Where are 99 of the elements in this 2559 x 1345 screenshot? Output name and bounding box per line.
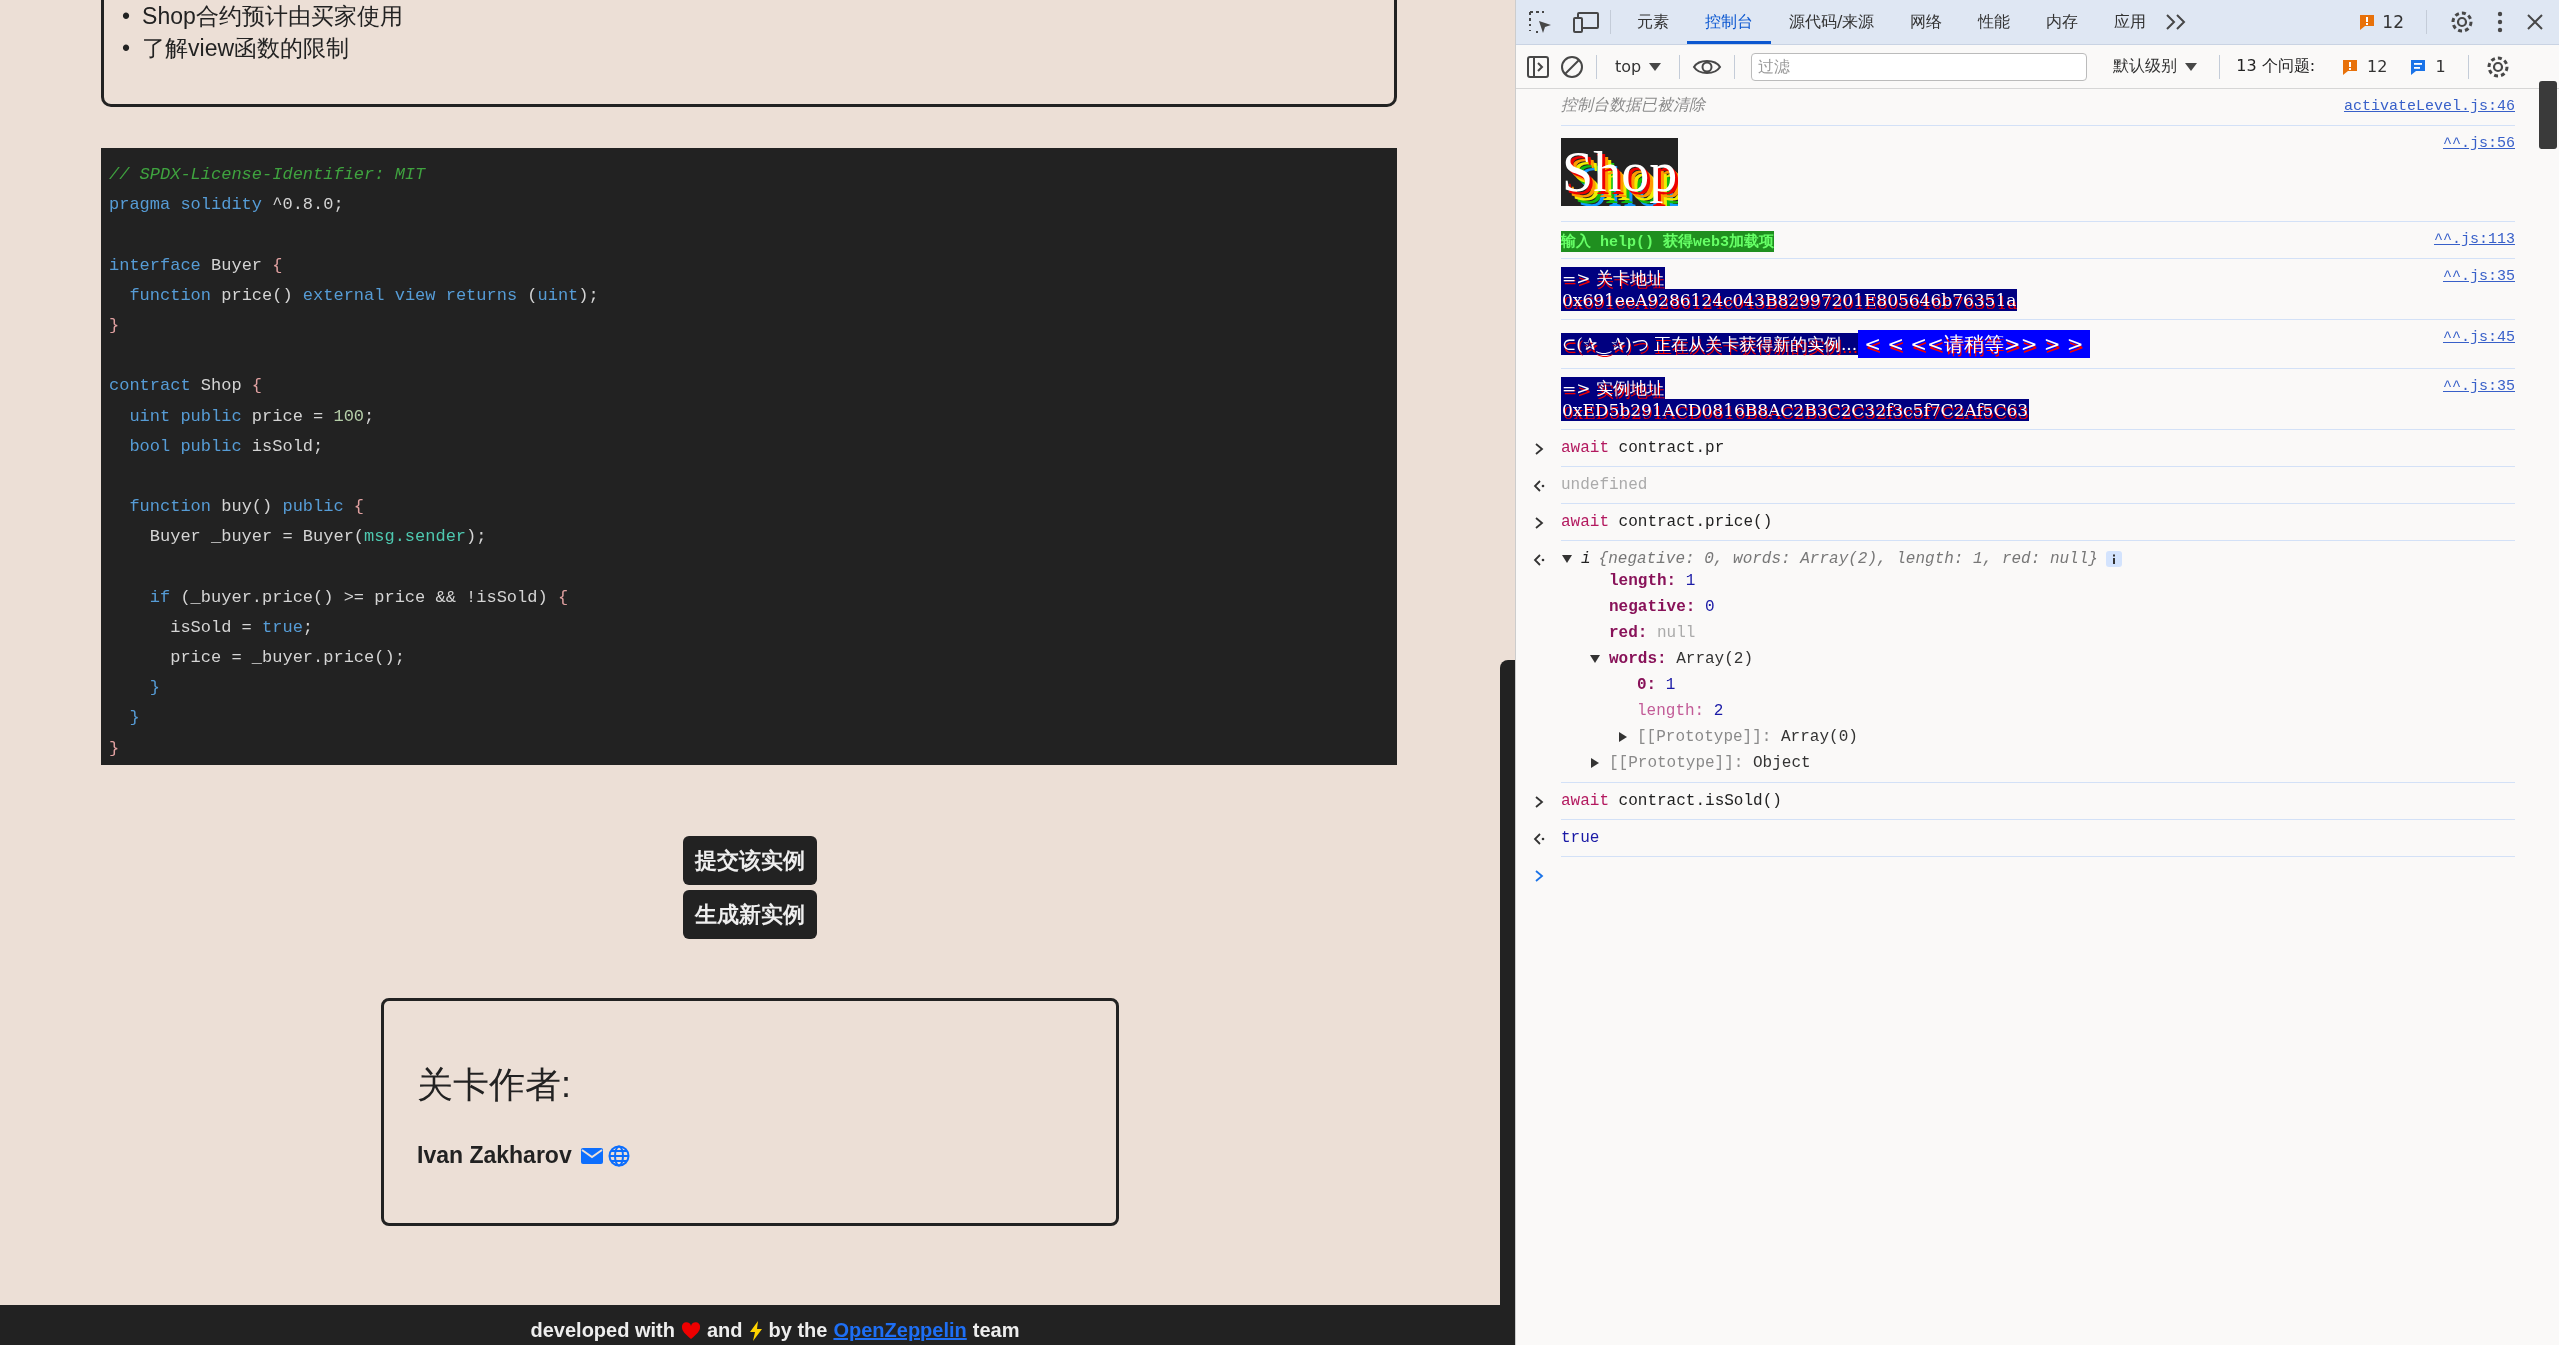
scrollbar-thumb[interactable] — [1500, 660, 1515, 1345]
clear-icon[interactable] — [1560, 54, 1584, 79]
action-button[interactable]: 提交该实例 — [683, 836, 817, 885]
address-label: => 关卡地址 — [1561, 267, 1665, 289]
result-arrow-icon — [1532, 479, 1545, 493]
log-level-dropdown[interactable]: 默认级别 — [2107, 56, 2204, 77]
list-bullet: • — [122, 34, 131, 63]
hint-message: 输入 help() 获得web3加载项 — [1561, 231, 1775, 252]
issues-button[interactable]: 12 — [2358, 12, 2404, 32]
warning-icon — [2341, 57, 2360, 76]
object-property[interactable]: [[Prototype]]: Array(0) — [1637, 728, 1858, 746]
expanded-arrow-icon[interactable] — [1561, 553, 1573, 565]
tab[interactable]: 控制台 — [1687, 0, 1771, 44]
context-dropdown[interactable]: top — [1609, 57, 1668, 76]
tab[interactable]: 应用 — [2096, 0, 2165, 44]
tab[interactable]: 元素 — [1619, 0, 1687, 44]
code-line: } — [128, 707, 140, 730]
info-button[interactable]: 1 — [2403, 57, 2452, 76]
more-icon[interactable] — [2497, 11, 2503, 33]
source-link[interactable]: activateLevel.js:46 — [2343, 98, 2515, 115]
object-property[interactable]: [[Prototype]]: Object — [1609, 754, 1811, 772]
prompt-icon[interactable] — [1533, 869, 1544, 883]
result-arrow-icon — [1532, 832, 1545, 846]
code-line: price = _buyer.price(); — [169, 647, 405, 669]
result-arrow-icon — [1532, 553, 1545, 567]
object-label: i — [1581, 550, 1591, 568]
issues-label: 13 个问题: — [2236, 56, 2316, 77]
collapsed-arrow-icon[interactable] — [1589, 757, 1601, 769]
source-link[interactable]: ^^.js:113 — [2434, 231, 2515, 248]
input-chevron-icon — [1533, 516, 1544, 530]
code-line: if (_buyer.price() >= price && !isSold) { — [148, 586, 569, 609]
wait-banner: < < <<请稍等>> > > — [1858, 330, 2090, 358]
input-chevron-icon — [1533, 442, 1544, 456]
code-line: contract Shop { — [109, 375, 263, 398]
collapsed-arrow-icon[interactable] — [1617, 731, 1629, 743]
code-line: interface Buyer { — [109, 254, 283, 277]
list-bullet: • — [122, 2, 131, 31]
console-command: await contract.isSold() — [1561, 792, 1782, 810]
code-line: Buyer _buyer = Buyer(msg.sender); — [148, 526, 487, 549]
tab[interactable]: 性能 — [1960, 0, 2029, 44]
cleared-message: 控制台数据已被清除 — [1561, 95, 1705, 114]
caret-icon — [1649, 62, 1662, 71]
expanded-arrow-icon[interactable] — [1589, 653, 1601, 665]
close-icon[interactable] — [2525, 12, 2545, 32]
tab[interactable]: 网络 — [1892, 0, 1961, 44]
lightning-icon — [748, 1320, 763, 1341]
openzeppelin-link[interactable]: OpenZeppelin — [833, 1319, 967, 1342]
goal-item: Shop合约预计由买家使用 — [142, 2, 403, 31]
code-line: function buy() public { — [128, 496, 365, 519]
object-property[interactable]: negative: 0 — [1609, 598, 1715, 616]
source-link[interactable]: ^^.js:35 — [2443, 378, 2515, 395]
warnings-button[interactable]: 12 — [2335, 57, 2394, 76]
caret-icon — [2185, 62, 2198, 71]
filter-field[interactable]: 过滤 — [1751, 52, 2088, 81]
tab[interactable]: 内存 — [2028, 0, 2097, 44]
goal-item: 了解view函数的限制 — [142, 34, 350, 63]
warning-icon — [2358, 13, 2377, 31]
code-line: function price() external view returns (uint); — [128, 284, 599, 307]
action-button[interactable]: 生成新实例 — [683, 890, 817, 939]
code-line: uint public price = 100; — [128, 405, 375, 428]
code-line: pragma solidity ^0.8.0; — [109, 194, 344, 217]
console-command: await contract.pr — [1561, 439, 1725, 457]
console-result: true — [1561, 829, 1600, 847]
object-property[interactable]: length: 2 — [1637, 702, 1724, 720]
source-link[interactable]: ^^.js:45 — [2443, 329, 2515, 346]
scrollbar-thumb[interactable] — [2539, 81, 2557, 149]
heart-icon — [680, 1321, 701, 1340]
tab[interactable]: 源代码/来源 — [1771, 0, 1893, 44]
sidebar-icon[interactable] — [1526, 54, 1550, 79]
input-chevron-icon — [1533, 795, 1544, 809]
console-result: undefined — [1561, 476, 1648, 494]
author-name: Ivan Zakharov — [417, 1142, 572, 1169]
object-property[interactable]: length: 1 — [1609, 572, 1696, 590]
console-command: await contract.price() — [1561, 513, 1773, 531]
source-link[interactable]: ^^.js:35 — [2443, 268, 2515, 285]
code-line: } — [109, 737, 120, 760]
message-icon — [2409, 57, 2428, 76]
author-heading: 关卡作者: — [417, 1063, 571, 1107]
device-icon[interactable] — [1572, 9, 1602, 35]
loading-message: ⊂(✰‿✰)つ 正在从关卡获得新的实例... — [1561, 333, 1859, 355]
address-label: => 实例地址 — [1561, 377, 1665, 399]
object-property[interactable]: words: Array(2) — [1609, 650, 1753, 668]
shop-banner: Shop — [1561, 138, 1679, 206]
code-line: } — [148, 677, 160, 700]
code-line: // SPDX-License-Identifier: MIT — [109, 164, 426, 186]
object-preview: {negative: 0, words: Array(2), length: 1, red: null} — [1598, 550, 2098, 568]
settings-icon[interactable] — [2449, 9, 2475, 35]
code-line: isSold = true; — [169, 616, 314, 639]
globe-icon[interactable] — [607, 1144, 630, 1167]
object-property[interactable]: red: null — [1609, 624, 1696, 642]
address-value: 0x691eeA9286124c043B82997201E805646b76351a — [1561, 289, 2018, 311]
source-link[interactable]: ^^.js:56 — [2443, 135, 2515, 152]
mail-icon[interactable] — [579, 1145, 604, 1166]
address-value: 0xED5b291ACD0816B8AC2B3C2C32f3c5f7C2Af5C63 — [1561, 399, 2030, 421]
footer-text: developed with and by the OpenZeppelin team — [530, 1319, 1020, 1342]
code-line: } — [109, 314, 120, 337]
object-property[interactable]: 0: 1 — [1637, 676, 1676, 694]
code-line: bool public isSold; — [128, 435, 324, 458]
info-icon — [2105, 551, 2122, 567]
